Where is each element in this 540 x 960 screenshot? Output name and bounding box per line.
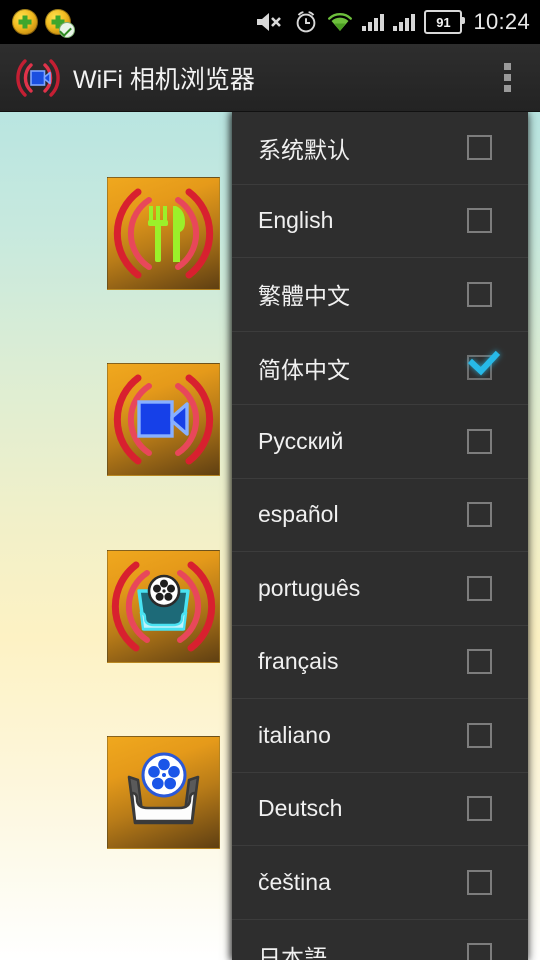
menu-item-japanese[interactable]: 日本語 — [232, 920, 528, 960]
checkbox[interactable] — [467, 796, 492, 822]
menu-item-spanish[interactable]: español — [232, 479, 528, 552]
menu-item-label: français — [258, 648, 339, 675]
menu-item-traditional-chinese[interactable]: 繁體中文 — [232, 258, 528, 332]
menu-item-simplified-chinese[interactable]: 简体中文 — [232, 332, 528, 405]
menu-item-portuguese[interactable]: português — [232, 552, 528, 626]
status-bar-system-icons: 91 10:24 — [255, 9, 530, 35]
menu-item-label: 繁體中文 — [258, 283, 350, 310]
restaurant-wifi-icon[interactable] — [107, 177, 220, 290]
app-update-icon — [12, 9, 38, 35]
phone-screen: 91 10:24 WiFi 相机浏览器 系统默认 English 繁體中文 简体… — [0, 0, 540, 960]
menu-item-english[interactable]: English — [232, 185, 528, 258]
wifi-camera-logo-icon — [12, 56, 64, 100]
checkbox[interactable] — [467, 722, 492, 748]
menu-item-system-default[interactable]: 系统默认 — [232, 111, 528, 185]
checkbox[interactable] — [467, 943, 492, 960]
menu-item-label: 系统默认 — [258, 136, 350, 163]
checkbox[interactable] — [467, 428, 492, 454]
menu-item-label: español — [258, 501, 339, 528]
alarm-clock-icon — [294, 10, 318, 34]
battery-indicator: 91 — [424, 10, 466, 34]
language-menu: 系统默认 English 繁體中文 简体中文 Русский español p… — [232, 111, 528, 960]
app-update-complete-icon — [45, 9, 74, 37]
film-tray-wifi-icon[interactable] — [107, 550, 220, 663]
overflow-menu-icon[interactable] — [496, 58, 518, 98]
menu-item-label: português — [258, 574, 361, 601]
checkbox[interactable] — [467, 575, 492, 601]
menu-item-label: 简体中文 — [258, 356, 350, 383]
checkbox[interactable] — [467, 135, 492, 161]
status-bar: 91 10:24 — [0, 0, 540, 44]
checkbox[interactable] — [467, 869, 492, 895]
menu-item-italian[interactable]: italiano — [232, 699, 528, 773]
battery-level-label: 91 — [436, 14, 451, 30]
menu-item-label: čeština — [258, 868, 331, 895]
video-camera-wifi-icon[interactable] — [107, 363, 220, 476]
menu-item-label: Русский — [258, 427, 344, 454]
film-tray-icon[interactable] — [107, 736, 220, 849]
wifi-icon — [327, 11, 353, 33]
checkbox[interactable] — [467, 502, 492, 528]
menu-item-label: Deutsch — [258, 795, 343, 822]
checkbox[interactable] — [467, 649, 492, 675]
volume-muted-icon — [255, 10, 285, 34]
menu-item-label: italiano — [258, 721, 331, 748]
menu-item-german[interactable]: Deutsch — [232, 773, 528, 846]
menu-item-french[interactable]: français — [232, 626, 528, 699]
checkbox[interactable] — [467, 208, 492, 234]
check-mark-icon — [59, 24, 72, 37]
menu-item-label: English — [258, 207, 334, 234]
cellular-signal-icon — [362, 13, 385, 31]
checkbox-checked[interactable] — [467, 355, 492, 381]
cellular-signal-icon — [393, 13, 416, 31]
menu-item-czech[interactable]: čeština — [232, 846, 528, 920]
checkbox[interactable] — [467, 281, 492, 307]
page-title: WiFi 相机浏览器 — [73, 65, 255, 94]
menu-item-label: 日本語 — [258, 944, 327, 960]
action-bar: WiFi 相机浏览器 — [0, 44, 540, 112]
menu-item-russian[interactable]: Русский — [232, 405, 528, 479]
status-bar-notifications — [12, 9, 74, 37]
clock-label: 10:24 — [473, 9, 530, 34]
